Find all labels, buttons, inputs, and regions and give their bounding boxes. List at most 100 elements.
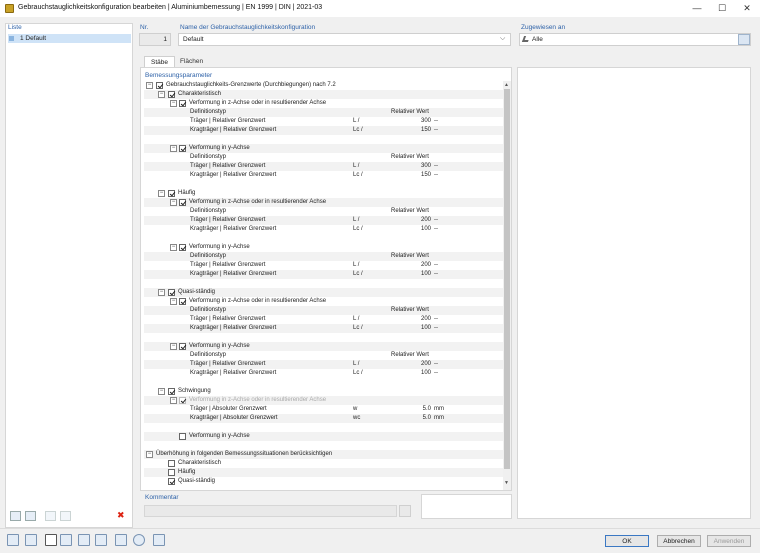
limit-value[interactable]: 150 [391,126,431,135]
expand-toggle-icon[interactable]: − [170,244,177,251]
name-label: Name der Gebrauchstauglichkeitskonfigura… [180,24,316,31]
new-icon[interactable] [10,511,21,521]
limit-value[interactable]: 100 [391,324,431,333]
tree-row: − Häufig [144,189,506,198]
expand-toggle-icon[interactable]: − [158,388,165,395]
expand-toggle-icon[interactable]: − [170,100,177,107]
limit-value[interactable]: 100 [391,225,431,234]
color-box-icon[interactable] [45,534,57,546]
checkbox[interactable] [179,145,186,152]
deftype-value[interactable]: Relativer Wert [391,153,429,162]
limit-value[interactable]: 200 [391,315,431,324]
deftype-value[interactable]: Relativer Wert [391,252,429,261]
limit-unit: -- [434,316,438,322]
expand-toggle-icon[interactable]: − [146,451,153,458]
edit-icon[interactable] [153,534,165,546]
checkbox [179,397,186,404]
limit-value[interactable]: 5.0 [391,405,431,414]
select-objects-button[interactable] [738,34,750,45]
deftype-label: Definitionstyp [190,253,227,259]
limit-value[interactable]: 300 [391,162,431,171]
limit-label: Kragträger | Relativer Grenzwert [190,127,277,133]
limit-symbol: L / [353,262,360,268]
scrollbar-thumb[interactable] [504,89,510,469]
expand-toggle-icon[interactable]: − [170,199,177,206]
copy-icon[interactable] [25,511,36,521]
comment-edit-button[interactable] [399,505,411,517]
limit-value[interactable]: 200 [391,261,431,270]
limit-value[interactable]: 300 [391,117,431,126]
limit-unit: mm [434,415,444,421]
tree-row: Träger | Relativer Grenzwert L / 200 -- [144,360,506,369]
tree-row: Häufig [144,468,506,477]
search-icon[interactable] [7,534,19,546]
checkbox[interactable] [168,478,175,485]
minimize-button[interactable]: — [684,0,710,17]
close-button[interactable]: ✕ [734,0,760,17]
limit-value[interactable]: 200 [391,216,431,225]
expand-toggle-icon[interactable]: − [170,298,177,305]
uncheck-icon[interactable] [60,511,71,521]
deftype-label: Definitionstyp [190,208,227,214]
expand-toggle-icon[interactable]: − [170,343,177,350]
checkbox[interactable] [179,298,186,305]
checkbox[interactable] [156,82,163,89]
sub-group-label: Verformung in z-Achse oder in resultiere… [189,397,327,403]
cancel-button[interactable]: Abbrechen [657,535,701,547]
situation-label: Quasi-ständig [178,478,216,484]
limit-label: Kragträger | Relativer Grenzwert [190,271,277,277]
checkbox[interactable] [168,190,175,197]
apply-button[interactable]: Anwenden [707,535,751,547]
expand-toggle-icon[interactable]: − [146,82,153,89]
assigned-field[interactable]: Alle [519,33,751,46]
table-icon[interactable] [115,534,127,546]
tree-row: − Verformung in z-Achse oder in resultier… [144,396,506,405]
checkbox[interactable] [168,388,175,395]
limit-value[interactable]: 100 [391,270,431,279]
deftype-value[interactable]: Relativer Wert [391,306,429,315]
scroll-up-icon[interactable]: ▲ [504,82,509,88]
expand-toggle-icon[interactable]: − [170,397,177,404]
name-combobox[interactable]: Default [178,33,511,46]
tab-flaechen[interactable]: Flächen [174,56,209,67]
expand-toggle-icon[interactable]: − [158,289,165,296]
checkbox[interactable] [179,433,186,440]
deftype-value[interactable]: Relativer Wert [391,207,429,216]
limit-label: Kragträger | Relativer Grenzwert [190,370,277,376]
limit-value[interactable]: 150 [391,171,431,180]
check-icon[interactable] [45,511,56,521]
checkbox[interactable] [179,100,186,107]
expand-toggle-icon[interactable]: − [158,91,165,98]
limit-value[interactable]: 100 [391,369,431,378]
expand-toggle-icon[interactable]: − [170,145,177,152]
checkbox[interactable] [168,91,175,98]
tree-row: − Quasi-ständig [144,288,506,297]
deftype-value[interactable]: Relativer Wert [391,351,429,360]
scroll-down-icon[interactable]: ▼ [504,480,509,486]
tree-row: Charakteristisch [144,459,506,468]
expand-toggle-icon[interactable]: − [158,190,165,197]
maximize-button[interactable]: ☐ [709,0,735,17]
view-icon[interactable] [78,534,90,546]
limit-value[interactable]: 200 [391,360,431,369]
checkbox[interactable] [168,289,175,296]
units-icon[interactable] [25,534,37,546]
tab-staebe[interactable]: Stäbe [144,56,175,67]
delete-icon[interactable]: ✖ [117,510,125,521]
checkbox[interactable] [179,199,186,206]
chevron-down-icon[interactable]: ⌵ [500,35,505,43]
checkbox[interactable] [168,460,175,467]
list-item-color [9,36,14,41]
checkbox[interactable] [168,469,175,476]
comment-input[interactable] [144,505,397,517]
deftype-value[interactable]: Relativer Wert [391,108,429,117]
limit-label: Träger | Relativer Grenzwert [190,217,266,223]
ok-button[interactable]: OK [605,535,649,547]
limit-value[interactable]: 5.0 [391,414,431,423]
structure-icon[interactable] [60,534,72,546]
graphics-icon[interactable] [95,534,107,546]
refresh-icon[interactable] [133,534,145,546]
checkbox[interactable] [179,244,186,251]
checkbox[interactable] [179,343,186,350]
deftype-label: Definitionstyp [190,154,227,160]
